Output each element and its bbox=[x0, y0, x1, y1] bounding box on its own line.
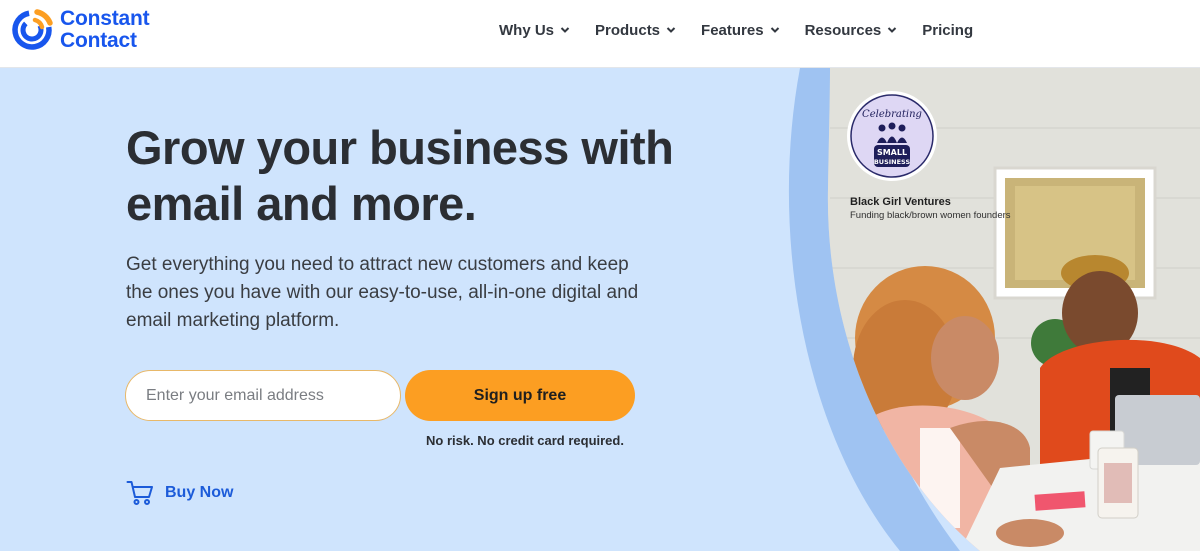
badge-line-2: SMALL bbox=[877, 148, 907, 157]
nav-item-features[interactable]: Features bbox=[701, 22, 780, 39]
hero-headline-line-2: email and more. bbox=[126, 177, 477, 230]
nav-item-resources[interactable]: Resources bbox=[805, 22, 898, 39]
hero-subtext: Get everything you need to attract new c… bbox=[126, 254, 639, 331]
nav-item-label: Why Us bbox=[499, 21, 555, 39]
photo-caption-title: Black Girl Ventures bbox=[850, 196, 951, 208]
buy-now-link[interactable]: Buy Now bbox=[126, 480, 233, 506]
badge-line-1: Celebrating bbox=[862, 109, 922, 120]
nav-item-label: Resources bbox=[804, 21, 882, 39]
hero-section: Grow your business with email and more. … bbox=[0, 68, 1200, 551]
chevron-down-icon bbox=[560, 27, 570, 33]
nav-item-why-us[interactable]: Why Us bbox=[499, 22, 570, 39]
nav-item-label: Features bbox=[701, 21, 764, 39]
brand-logo[interactable]: Constant Contact bbox=[10, 7, 150, 52]
sign-up-free-button[interactable]: Sign up free bbox=[405, 370, 635, 421]
nav-item-pricing[interactable]: Pricing bbox=[922, 22, 973, 39]
nav-item-products[interactable]: Products bbox=[595, 22, 676, 39]
buy-now-label: Buy Now bbox=[165, 484, 234, 501]
chevron-down-icon bbox=[666, 27, 676, 33]
small-business-badge: Celebrating SMALL BUSINESS bbox=[847, 91, 937, 181]
constant-contact-logo-icon bbox=[12, 9, 53, 50]
nav-item-label: Products bbox=[595, 21, 661, 39]
photo-caption: Black Girl Ventures Funding black/brown … bbox=[850, 196, 1050, 221]
shopping-cart-icon bbox=[126, 481, 153, 505]
photo-caption-subtitle: Funding black/brown women founders bbox=[850, 210, 1011, 221]
nav-item-label: Pricing bbox=[922, 21, 974, 39]
site-header: Constant Contact Why Us Products Feature… bbox=[0, 0, 1200, 68]
email-input[interactable] bbox=[125, 370, 401, 421]
no-risk-note: No risk. No credit card required. bbox=[426, 433, 624, 448]
hero-headline-line-1: Grow your business with bbox=[126, 121, 674, 174]
brand-line-1: Constant bbox=[60, 7, 150, 30]
main-nav: Why Us Products Features Resources Prici… bbox=[499, 0, 973, 60]
chevron-down-icon bbox=[770, 27, 779, 33]
badge-line-3: BUSINESS bbox=[874, 158, 911, 166]
brand-line-2: Contact bbox=[60, 29, 137, 52]
hero-headline: Grow your business with email and more. bbox=[126, 120, 674, 232]
chevron-down-icon bbox=[888, 27, 897, 33]
brand-wordmark: Constant Contact bbox=[60, 7, 150, 52]
